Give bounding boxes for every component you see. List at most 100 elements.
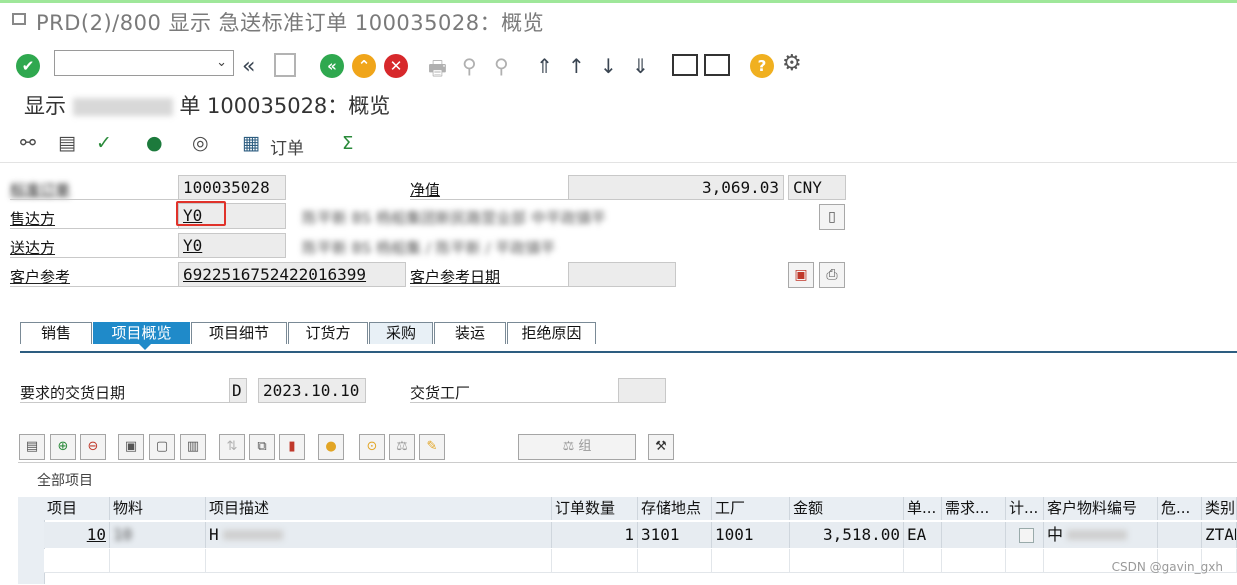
- document-flow-icon[interactable]: ▤: [58, 132, 76, 154]
- cell-amount[interactable]: 3,518.00: [790, 522, 904, 548]
- pricing-icon[interactable]: ⊙: [359, 434, 385, 460]
- cell-order-qty[interactable]: 1: [552, 522, 638, 548]
- first-page-icon[interactable]: ⇑: [536, 54, 553, 78]
- partner-icon[interactable]: ●: [146, 132, 163, 154]
- copy-icon[interactable]: ◎: [192, 132, 209, 154]
- cell-material[interactable]: 10: [110, 522, 206, 548]
- document-icon[interactable]: ▯: [819, 204, 845, 230]
- deselect-all-icon[interactable]: ▢: [149, 434, 175, 460]
- empty-cell[interactable]: [206, 549, 552, 573]
- insert-row-icon[interactable]: ⊕: [50, 434, 76, 460]
- coins-icon[interactable]: ●: [318, 434, 344, 460]
- empty-cell[interactable]: [1006, 549, 1044, 573]
- cell-calc[interactable]: [1006, 522, 1044, 548]
- delivering-plant-field[interactable]: [618, 378, 666, 403]
- customer-reference-date-field[interactable]: [568, 262, 676, 287]
- window-menu-icon[interactable]: [12, 13, 26, 25]
- col-item[interactable]: 项目: [44, 497, 110, 520]
- empty-cell[interactable]: [712, 549, 790, 573]
- next-page-icon[interactable]: ↓: [600, 54, 617, 78]
- sum-icon[interactable]: Σ: [342, 133, 353, 154]
- command-field[interactable]: ⌄: [54, 50, 234, 76]
- last-page-icon[interactable]: ⇓: [632, 54, 649, 78]
- net-value-field[interactable]: 3,069.03: [568, 175, 784, 200]
- exit-icon[interactable]: ⌃: [352, 54, 376, 78]
- find-icon[interactable]: ⚲: [462, 54, 477, 78]
- currency-field[interactable]: CNY: [788, 175, 846, 200]
- empty-cell[interactable]: [942, 549, 1006, 573]
- prev-page-icon[interactable]: ↑: [568, 54, 585, 78]
- tab-reason-rejection[interactable]: 拒绝原因: [507, 322, 596, 344]
- col-plant[interactable]: 工厂: [712, 497, 790, 520]
- back-green-icon[interactable]: «: [320, 54, 344, 78]
- order-button-label[interactable]: 订单: [270, 134, 304, 159]
- find-next-icon[interactable]: ⚲: [494, 54, 509, 78]
- details-icon[interactable]: ▤: [19, 434, 45, 460]
- output-icon[interactable]: ⎙: [819, 262, 845, 288]
- tab-shipping[interactable]: 装运: [434, 322, 506, 344]
- chart-icon[interactable]: ▮: [279, 434, 305, 460]
- settings-icon[interactable]: ⚙: [782, 51, 802, 76]
- balance-icon[interactable]: ⚖: [389, 434, 415, 460]
- date-type-field[interactable]: D: [229, 378, 247, 403]
- back-icon[interactable]: «: [242, 54, 255, 79]
- empty-cell[interactable]: [638, 549, 712, 573]
- select-block-icon[interactable]: ▥: [180, 434, 206, 460]
- edit-notes-icon[interactable]: ✎: [419, 434, 445, 460]
- shortcut-icon[interactable]: [704, 54, 730, 76]
- cell-item[interactable]: 10: [44, 522, 110, 548]
- cell-category[interactable]: ZTAN: [1202, 522, 1237, 548]
- chevron-down-icon[interactable]: ⌄: [216, 55, 227, 70]
- tab-ordering-party[interactable]: 订货方: [288, 322, 368, 344]
- col-amount[interactable]: 金额: [790, 497, 904, 520]
- tab-item-detail[interactable]: 项目细节: [191, 322, 287, 344]
- order-number-field[interactable]: 100035028: [178, 175, 286, 200]
- col-order-qty[interactable]: 订单数量: [552, 497, 638, 520]
- ship-to-field[interactable]: Y0: [178, 233, 286, 258]
- cell-danger[interactable]: [1158, 522, 1202, 548]
- tab-item-overview[interactable]: 项目概览: [93, 322, 190, 344]
- new-session-icon[interactable]: [672, 54, 698, 76]
- empty-cell[interactable]: [552, 549, 638, 573]
- delete-row-icon[interactable]: ⊖: [80, 434, 106, 460]
- enter-icon[interactable]: ✔: [16, 54, 40, 78]
- display-variant-icon[interactable]: ⚯: [20, 132, 36, 154]
- empty-cell[interactable]: [904, 549, 942, 573]
- check-icon[interactable]: ✓: [96, 132, 112, 154]
- empty-cell[interactable]: [790, 549, 904, 573]
- col-danger[interactable]: 危...: [1158, 497, 1202, 520]
- col-customer-material[interactable]: 客户物料编号: [1044, 497, 1158, 520]
- cell-plant[interactable]: 1001: [712, 522, 790, 548]
- customer-reference-field[interactable]: 6922516752422016399: [178, 262, 406, 287]
- print-icon[interactable]: 🖶: [428, 54, 447, 88]
- group-button[interactable]: ⚖ 组: [518, 434, 636, 460]
- cell-description[interactable]: H: [206, 522, 552, 548]
- print-preview-icon[interactable]: ▣: [788, 262, 814, 288]
- col-requirement[interactable]: 需求...: [942, 497, 1006, 520]
- col-storage-location[interactable]: 存储地点: [638, 497, 712, 520]
- requested-delivery-date-field[interactable]: 2023.10.10: [258, 378, 366, 403]
- cell-requirement[interactable]: [942, 522, 1006, 548]
- tab-procurement[interactable]: 采购: [369, 322, 433, 344]
- col-calc[interactable]: 计...: [1006, 497, 1044, 520]
- row-selector-column[interactable]: [18, 497, 45, 584]
- cell-customer-material[interactable]: 中: [1044, 522, 1158, 548]
- sort-icon[interactable]: ⇅: [219, 434, 245, 460]
- empty-cell[interactable]: [110, 549, 206, 573]
- calc-checkbox[interactable]: [1019, 528, 1034, 543]
- config-icon[interactable]: ⚒: [648, 434, 674, 460]
- col-material[interactable]: 物料: [110, 497, 206, 520]
- col-description[interactable]: 项目描述: [206, 497, 552, 520]
- select-all-icon[interactable]: ▣: [118, 434, 144, 460]
- save-icon[interactable]: [274, 53, 296, 77]
- cell-unit[interactable]: EA: [904, 522, 942, 548]
- cell-storage-location[interactable]: 3101: [638, 522, 712, 548]
- hierarchy-icon[interactable]: ⧉: [249, 434, 275, 460]
- tab-sales[interactable]: 销售: [20, 322, 92, 344]
- cancel-icon[interactable]: ✕: [384, 54, 408, 78]
- col-unit[interactable]: 单...: [904, 497, 942, 520]
- col-category[interactable]: 类别: [1202, 497, 1237, 520]
- empty-cell[interactable]: [44, 549, 110, 573]
- help-icon[interactable]: ?: [750, 54, 774, 78]
- order-table-icon[interactable]: ▦: [242, 132, 260, 154]
